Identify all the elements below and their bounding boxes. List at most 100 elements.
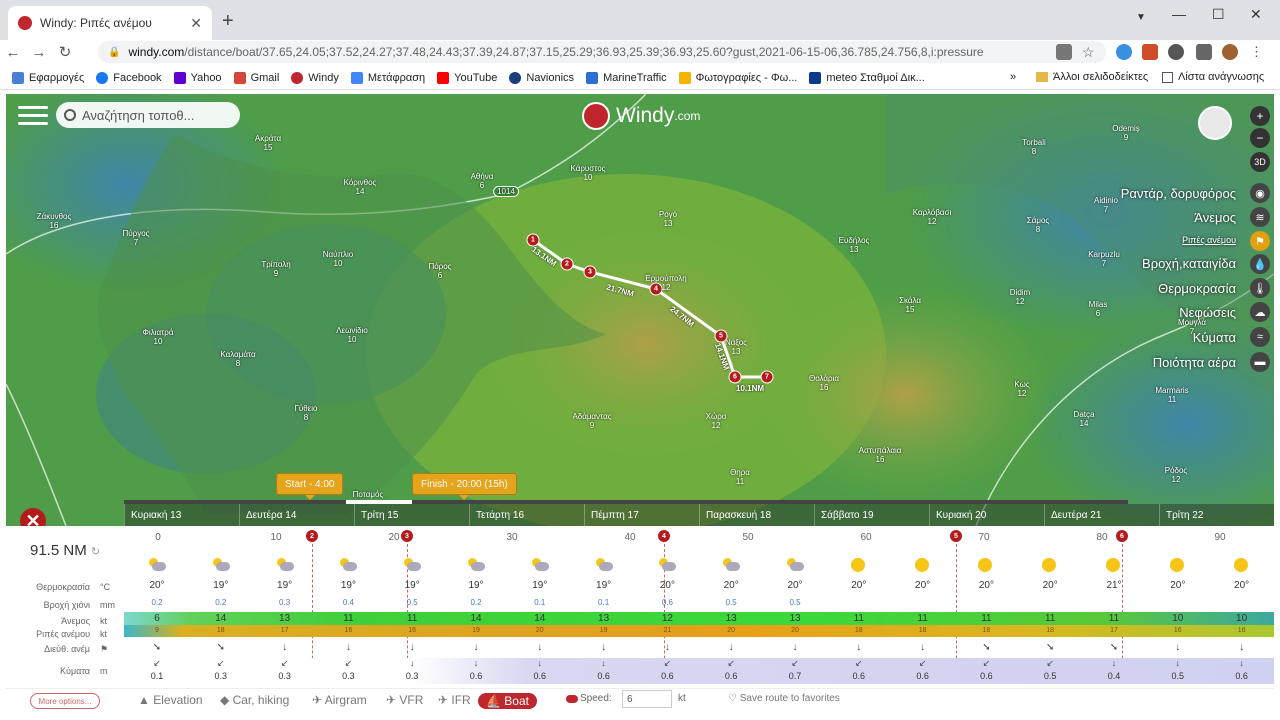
active-tab[interactable]: Windy: Ριπές ανέμου ✕ xyxy=(8,6,212,40)
profile-avatar[interactable] xyxy=(1222,44,1238,60)
layer-temperature-label[interactable]: Θερμοκρασία xyxy=(1158,281,1236,296)
bookmark-navionics[interactable]: Navionics xyxy=(509,71,574,84)
zoom-in-button[interactable]: + xyxy=(1250,106,1270,126)
bookmark-star-icon[interactable]: ☆ xyxy=(1082,44,1098,60)
user-avatar[interactable] xyxy=(1198,106,1232,140)
rain-icon[interactable]: 💧 xyxy=(1250,254,1270,274)
route-waypoint[interactable]: 7 xyxy=(760,370,774,384)
thermometer-icon[interactable]: 🌡 xyxy=(1250,278,1270,298)
wind-cell: 14 xyxy=(470,613,482,624)
bookmark-meteo[interactable]: meteo Σταθμοί Δικ... xyxy=(809,71,925,84)
menu-hamburger-icon[interactable] xyxy=(18,106,48,126)
mode-boat[interactable]: ⛵ Boat xyxy=(478,693,537,709)
extensions-puzzle-icon[interactable] xyxy=(1196,44,1212,60)
bookmark-photos[interactable]: Φωτογραφίες - Φω... xyxy=(678,71,797,84)
waves-icon[interactable]: ≈ xyxy=(1250,327,1270,347)
layer-clouds-label[interactable]: Νεφώσεις xyxy=(1179,305,1236,320)
rain-cell: 0.5 xyxy=(406,598,418,607)
mode-airgram[interactable]: ✈ Airgram xyxy=(312,693,367,707)
bookmark-marinetraffic[interactable]: MarineTraffic xyxy=(586,71,667,84)
close-tab-icon[interactable]: ✕ xyxy=(190,15,202,32)
distance-scale-tick: 50 xyxy=(742,532,754,543)
layer-air-quality-label[interactable]: Ποιότητα αέρα xyxy=(1153,355,1236,370)
radar-icon[interactable]: ◉ xyxy=(1250,183,1270,203)
route-waypoint[interactable]: 1 xyxy=(526,233,540,247)
day-label[interactable]: Κυριακή 13 xyxy=(124,504,239,526)
tab-search-icon[interactable]: ▼ xyxy=(1136,12,1146,23)
new-tab-button[interactable]: + xyxy=(222,10,234,33)
mode-vfr[interactable]: ✈ VFR xyxy=(386,693,423,707)
air-quality-icon[interactable]: ▬ xyxy=(1250,352,1270,372)
url-field[interactable]: 🔒 windy.com/distance/boat/37.65,24.05;37… xyxy=(98,41,1106,63)
speed-input[interactable] xyxy=(622,690,672,708)
waypoint-marker[interactable]: 5 xyxy=(950,530,962,542)
mode-car-hiking[interactable]: ◆ Car, hiking xyxy=(220,693,289,707)
speed-toggle[interactable] xyxy=(566,695,578,703)
day-label[interactable]: Κυριακή 20 xyxy=(929,504,1044,526)
wind-icon[interactable]: ≋ xyxy=(1250,207,1270,227)
forward-icon[interactable]: → xyxy=(26,44,52,61)
minimize-button[interactable]: — xyxy=(1172,6,1186,22)
day-label[interactable]: Τετάρτη 16 xyxy=(469,504,584,526)
place-label: Σάμος 8 xyxy=(1026,216,1050,234)
start-time-button[interactable]: Start - 4:00 xyxy=(276,473,344,495)
wave-direction-arrow-icon: ↓ xyxy=(1239,658,1244,668)
bookmark-youtube[interactable]: YouTube xyxy=(437,71,497,84)
gust-icon[interactable]: ⚑ xyxy=(1250,231,1270,251)
route-waypoint[interactable]: 6 xyxy=(728,370,742,384)
finish-time-button[interactable]: Finish - 20:00 (15h) xyxy=(412,473,517,495)
day-label[interactable]: Τρίτη 15 xyxy=(354,504,469,526)
day-label[interactable]: Δευτέρα 14 xyxy=(239,504,354,526)
reload-icon[interactable]: ↻ xyxy=(52,43,78,61)
extension-eye-icon[interactable] xyxy=(1168,44,1184,60)
translate-icon[interactable] xyxy=(1056,44,1072,60)
back-icon[interactable]: ← xyxy=(0,44,26,61)
weather-map[interactable]: 1 2 3 4 5 6 7 13.1NM 21.7NM 24.7NM 14.1N… xyxy=(6,94,1274,526)
bookmark-gmail[interactable]: Gmail xyxy=(233,71,279,84)
maximize-button[interactable]: ☐ xyxy=(1212,6,1225,23)
more-bookmarks-button[interactable]: » xyxy=(1010,71,1016,83)
layer-wind-label[interactable]: Άνεμος xyxy=(1194,210,1236,225)
bookmark-translate[interactable]: Μετάφραση xyxy=(350,71,425,84)
other-bookmarks-folder[interactable]: Άλλοι σελιδοδείκτες xyxy=(1036,71,1148,83)
photos-icon xyxy=(678,71,691,84)
unit-toggle-icon[interactable]: ↻ xyxy=(91,546,100,558)
waypoint-marker[interactable]: 3 xyxy=(401,530,413,542)
clouds-icon[interactable]: ☁ xyxy=(1250,302,1270,322)
route-waypoint[interactable]: 3 xyxy=(583,265,597,279)
wind-cell: 14 xyxy=(215,613,227,624)
menu-kebab-icon[interactable]: ⋮ xyxy=(1250,44,1266,60)
day-label[interactable]: Σάββατο 19 xyxy=(814,504,929,526)
route-waypoint[interactable]: 2 xyxy=(560,257,574,271)
extension-cloud-icon[interactable] xyxy=(1116,44,1132,60)
waypoint-marker[interactable]: 2 xyxy=(306,530,318,542)
day-label[interactable]: Δευτέρα 21 xyxy=(1044,504,1159,526)
mode-elevation[interactable]: ▲ Elevation xyxy=(138,693,203,707)
bookmark-facebook[interactable]: Facebook xyxy=(96,71,162,84)
bookmark-apps[interactable]: Εφαρμογές xyxy=(12,71,84,84)
lock-icon[interactable]: 🔒 xyxy=(108,47,120,58)
layer-rain-label[interactable]: Βροχή,καταιγίδα xyxy=(1142,256,1236,271)
bookmark-yahoo[interactable]: Yahoo xyxy=(173,71,222,84)
day-label[interactable]: Πέμπτη 17 xyxy=(584,504,699,526)
mode-ifr[interactable]: ✈ IFR xyxy=(438,693,471,707)
layer-waves-label[interactable]: Κύματα xyxy=(1193,330,1236,345)
close-window-button[interactable]: ✕ xyxy=(1250,6,1262,23)
bookmark-windy[interactable]: Windy xyxy=(291,71,339,84)
save-route-link[interactable]: ♡ Save route to favorites xyxy=(728,693,840,704)
more-options-button[interactable]: More options... xyxy=(30,693,100,709)
day-label[interactable]: Παρασκευή 18 xyxy=(699,504,814,526)
waypoint-marker[interactable]: 4 xyxy=(658,530,670,542)
3d-button[interactable]: 3D xyxy=(1250,152,1270,172)
reading-list-button[interactable]: Λίστα ανάγνωσης xyxy=(1162,71,1264,83)
rain-cell: 0.1 xyxy=(598,598,610,607)
extension-red-icon[interactable] xyxy=(1142,44,1158,60)
search-input[interactable]: Αναζήτηση τοποθ... xyxy=(56,102,240,128)
layer-gust-label[interactable]: Ριπές ανέμου xyxy=(1182,235,1236,245)
zoom-out-button[interactable]: − xyxy=(1250,128,1270,148)
place-label: Ερμούπολη 12 xyxy=(645,274,687,292)
waypoint-marker[interactable]: 6 xyxy=(1116,530,1128,542)
gust-cell: 18 xyxy=(918,627,927,634)
day-label[interactable]: Τρίτη 22 xyxy=(1159,504,1274,526)
layer-radar-label[interactable]: Ραντάρ, δορυφόρος xyxy=(1121,186,1236,201)
